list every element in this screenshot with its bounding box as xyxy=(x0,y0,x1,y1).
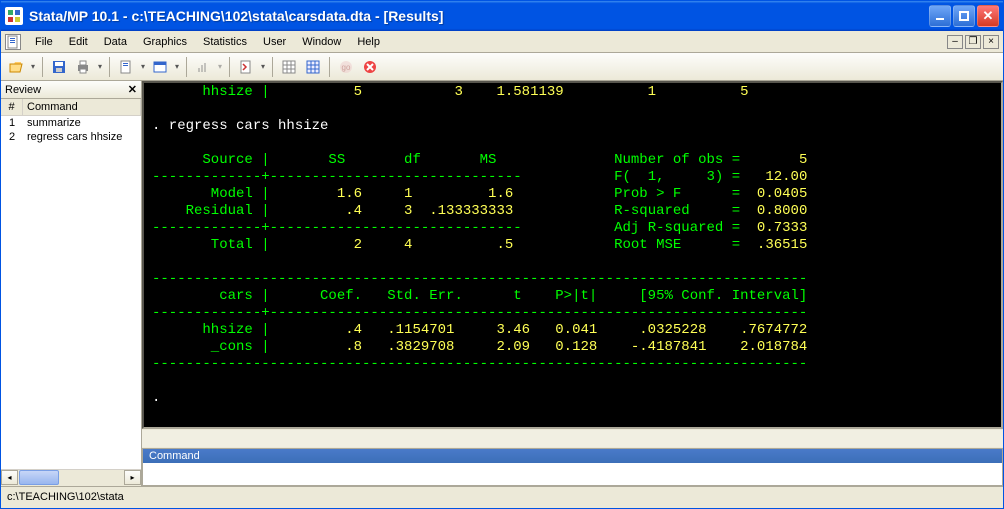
save-button[interactable] xyxy=(48,56,70,78)
log-drop-icon[interactable]: ▾ xyxy=(139,62,147,71)
minimize-button[interactable] xyxy=(929,5,951,27)
results-h-scrollbar[interactable] xyxy=(142,430,1003,447)
print-button[interactable] xyxy=(72,56,94,78)
review-header[interactable]: # Command xyxy=(1,99,141,116)
menu-edit[interactable]: Edit xyxy=(61,33,96,51)
titlebar[interactable]: Stata/MP 10.1 - c:\TEACHING\102\stata\ca… xyxy=(1,1,1003,31)
menu-file[interactable]: File xyxy=(27,33,61,51)
menubar-container: File Edit Data Graphics Statistics User … xyxy=(1,31,1003,53)
graph-button[interactable] xyxy=(192,56,214,78)
statusbar: c:\TEACHING\102\stata xyxy=(1,486,1003,506)
menu-graphics[interactable]: Graphics xyxy=(135,33,195,51)
log-button[interactable] xyxy=(115,56,137,78)
command-title: Command xyxy=(143,449,1002,463)
results-window[interactable]: hhsize | 5 3 1.581139 1 5 . regress cars… xyxy=(142,81,1003,429)
menu-help[interactable]: Help xyxy=(349,33,388,51)
data-browser-button[interactable] xyxy=(302,56,324,78)
stata-app-icon xyxy=(5,7,23,25)
open-drop-icon[interactable]: ▾ xyxy=(29,62,37,71)
mdi-restore-button[interactable]: ❐ xyxy=(965,35,981,49)
command-input[interactable] xyxy=(143,463,1002,481)
results-text: hhsize | 5 3 1.581139 1 5 . regress cars… xyxy=(144,83,1001,408)
review-title-label: Review xyxy=(5,84,41,96)
scroll-thumb[interactable] xyxy=(19,470,59,485)
menubar: File Edit Data Graphics Statistics User … xyxy=(27,33,947,51)
toolbar: ▾ ▾ ▾ ▾ ▾ ▾ go xyxy=(1,53,1003,81)
window-title: Stata/MP 10.1 - c:\TEACHING\102\stata\ca… xyxy=(29,8,929,24)
close-button[interactable]: ✕ xyxy=(977,5,999,27)
list-item[interactable]: 1 summarize xyxy=(1,116,141,130)
menu-user[interactable]: User xyxy=(255,33,294,51)
review-list: 1 summarize 2 regress cars hhsize xyxy=(1,116,141,469)
menu-statistics[interactable]: Statistics xyxy=(195,33,255,51)
continue-button[interactable]: go xyxy=(335,56,357,78)
dofile-button[interactable] xyxy=(235,56,257,78)
scroll-left-icon[interactable]: ◂ xyxy=(1,470,18,485)
list-item[interactable]: 2 regress cars hhsize xyxy=(1,130,141,144)
dofile-drop-icon[interactable]: ▾ xyxy=(259,62,267,71)
status-cwd: c:\TEACHING\102\stata xyxy=(7,491,124,503)
menu-window[interactable]: Window xyxy=(294,33,349,51)
viewer-drop-icon[interactable]: ▾ xyxy=(173,62,181,71)
scroll-right-icon[interactable]: ▸ xyxy=(124,470,141,485)
svg-text:go: go xyxy=(342,63,351,72)
review-panel: Review ✕ # Command 1 summarize 2 regress… xyxy=(1,81,142,486)
maximize-button[interactable] xyxy=(953,5,975,27)
review-col-command[interactable]: Command xyxy=(23,99,141,115)
command-panel: Command xyxy=(142,448,1003,486)
print-drop-icon[interactable]: ▾ xyxy=(96,62,104,71)
mdi-close-button[interactable]: × xyxy=(983,35,999,49)
review-scrollbar[interactable]: ◂ ▸ xyxy=(1,469,141,486)
break-button[interactable] xyxy=(359,56,381,78)
right-area: hhsize | 5 3 1.581139 1 5 . regress cars… xyxy=(142,81,1003,486)
open-button[interactable] xyxy=(5,56,27,78)
menu-data[interactable]: Data xyxy=(96,33,135,51)
mdi-minimize-button[interactable]: – xyxy=(947,35,963,49)
viewer-button[interactable] xyxy=(149,56,171,78)
data-editor-button[interactable] xyxy=(278,56,300,78)
app-window: Stata/MP 10.1 - c:\TEACHING\102\stata\ca… xyxy=(0,0,1004,509)
graph-drop-icon[interactable]: ▾ xyxy=(216,62,224,71)
review-close-icon[interactable]: ✕ xyxy=(128,83,137,96)
review-col-num[interactable]: # xyxy=(1,99,23,115)
mdi-doc-icon[interactable] xyxy=(5,34,21,50)
body-area: Review ✕ # Command 1 summarize 2 regress… xyxy=(1,81,1003,486)
